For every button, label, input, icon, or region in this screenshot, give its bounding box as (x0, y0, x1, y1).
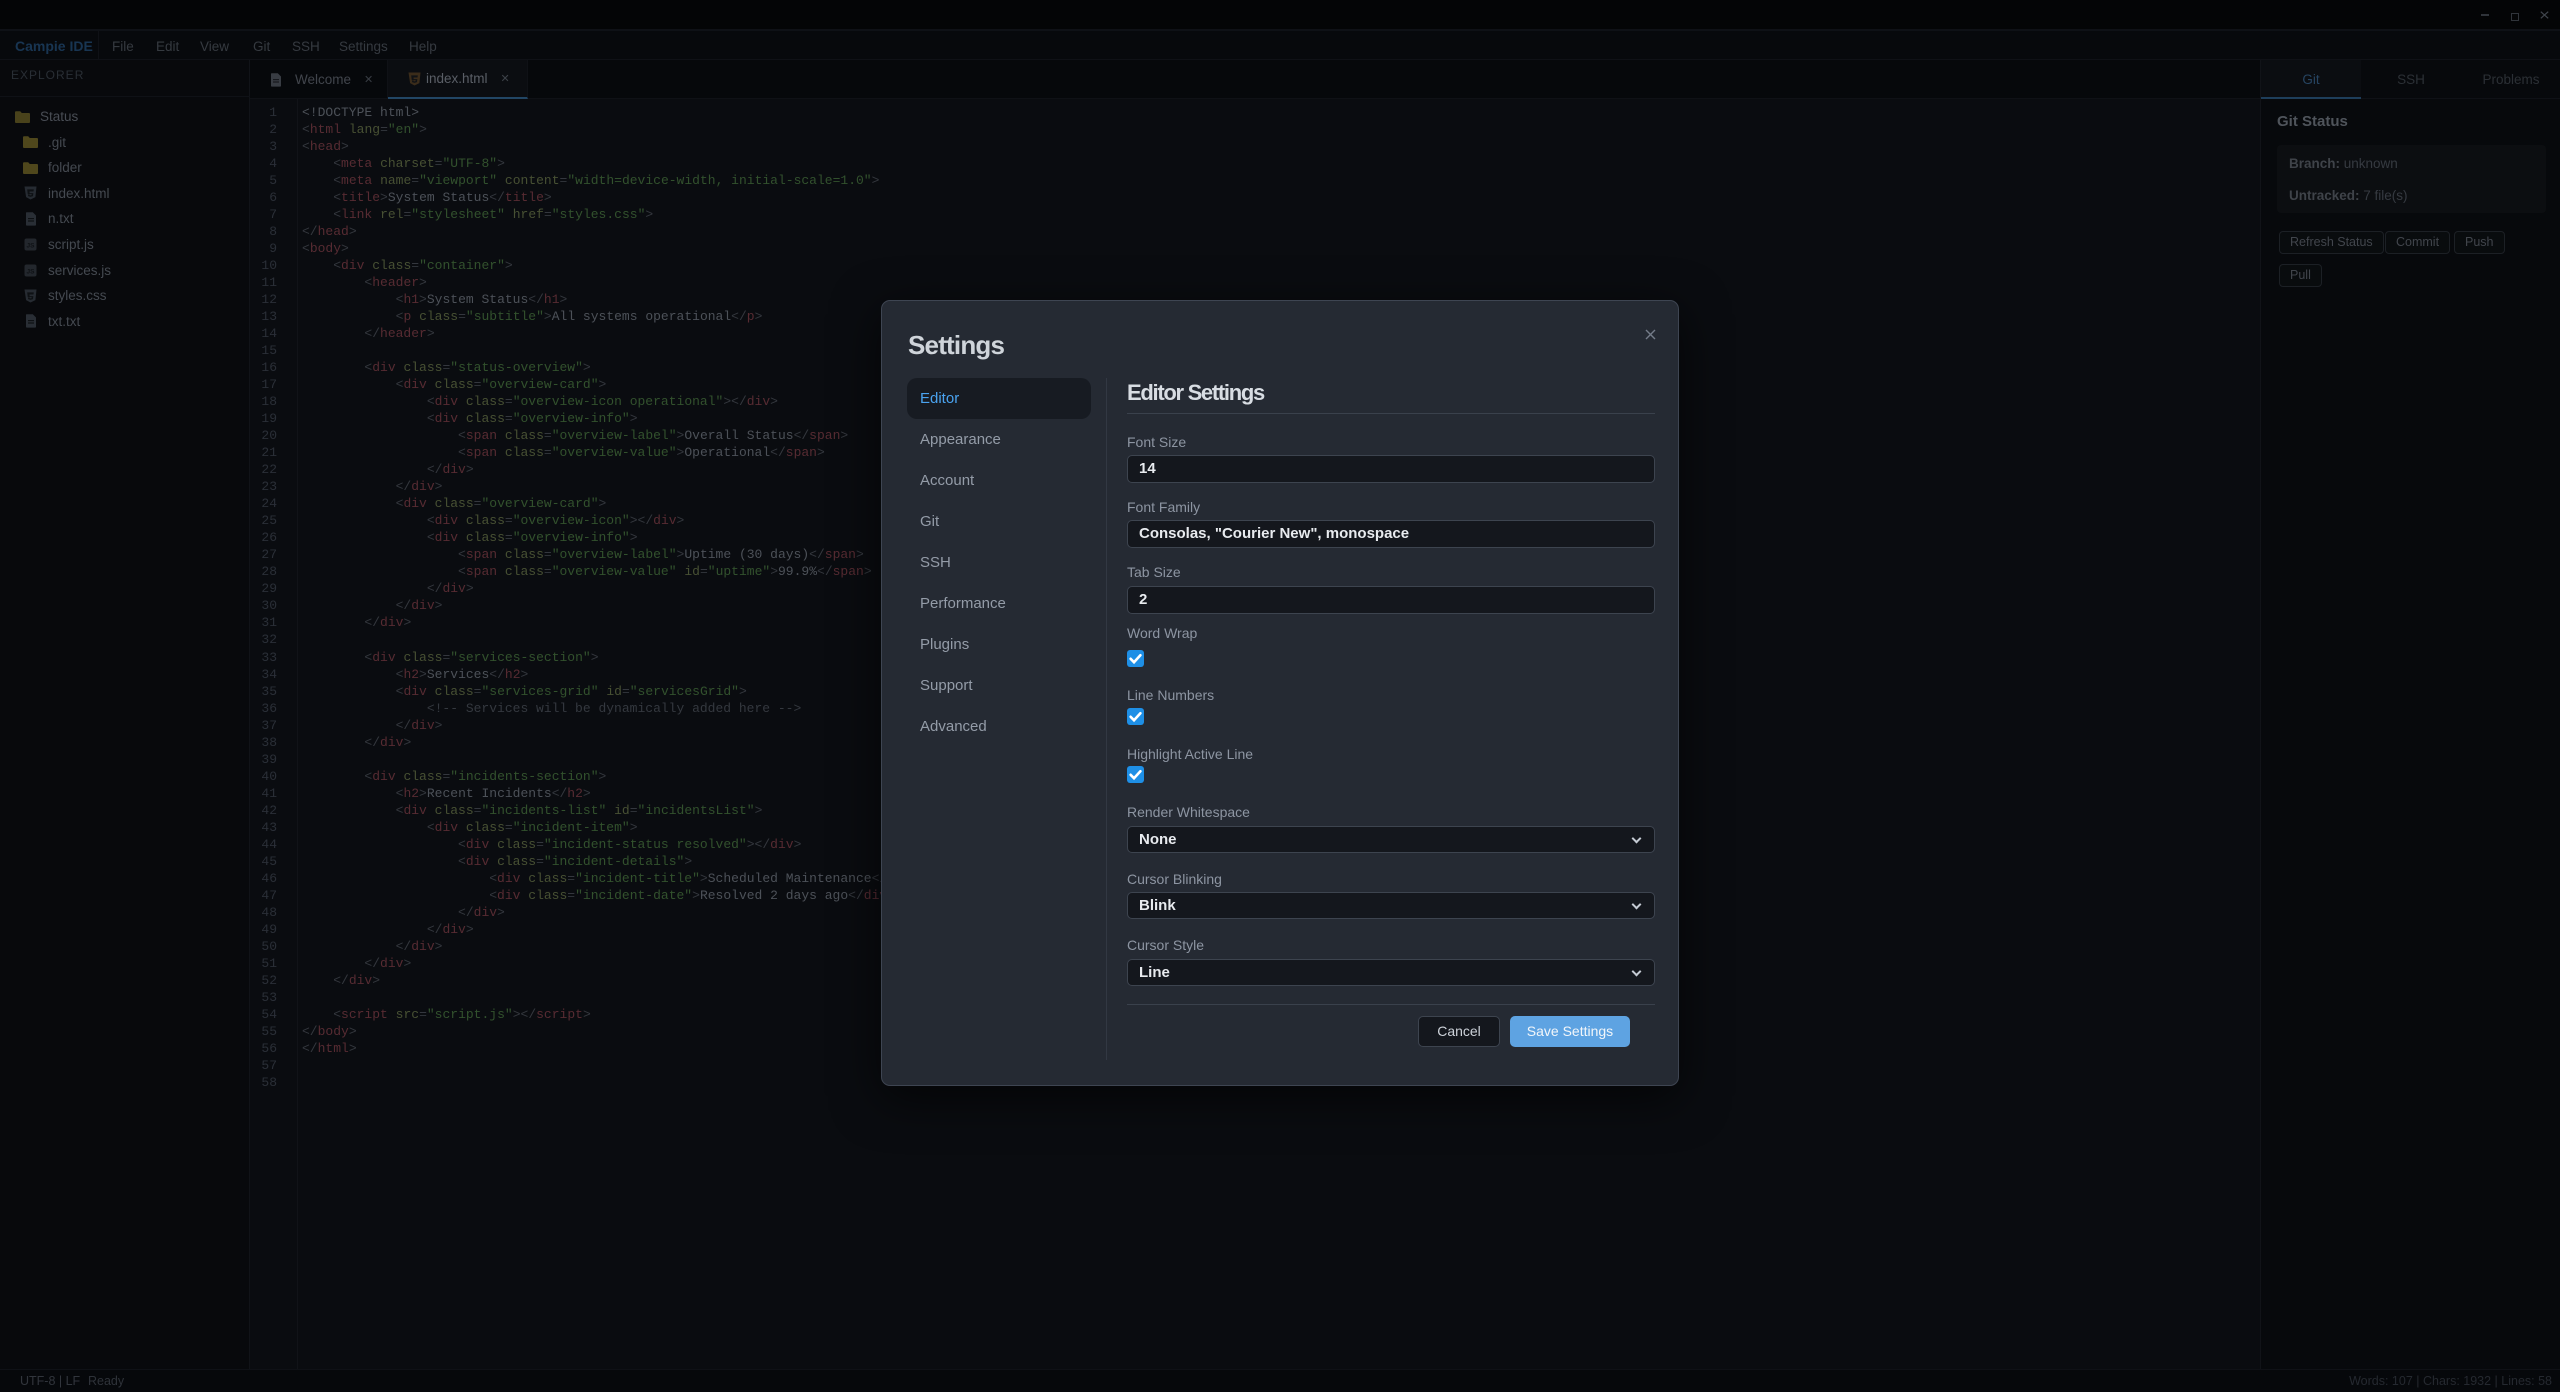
svg-text:JS: JS (27, 268, 36, 275)
svg-text:JS: JS (27, 243, 36, 250)
